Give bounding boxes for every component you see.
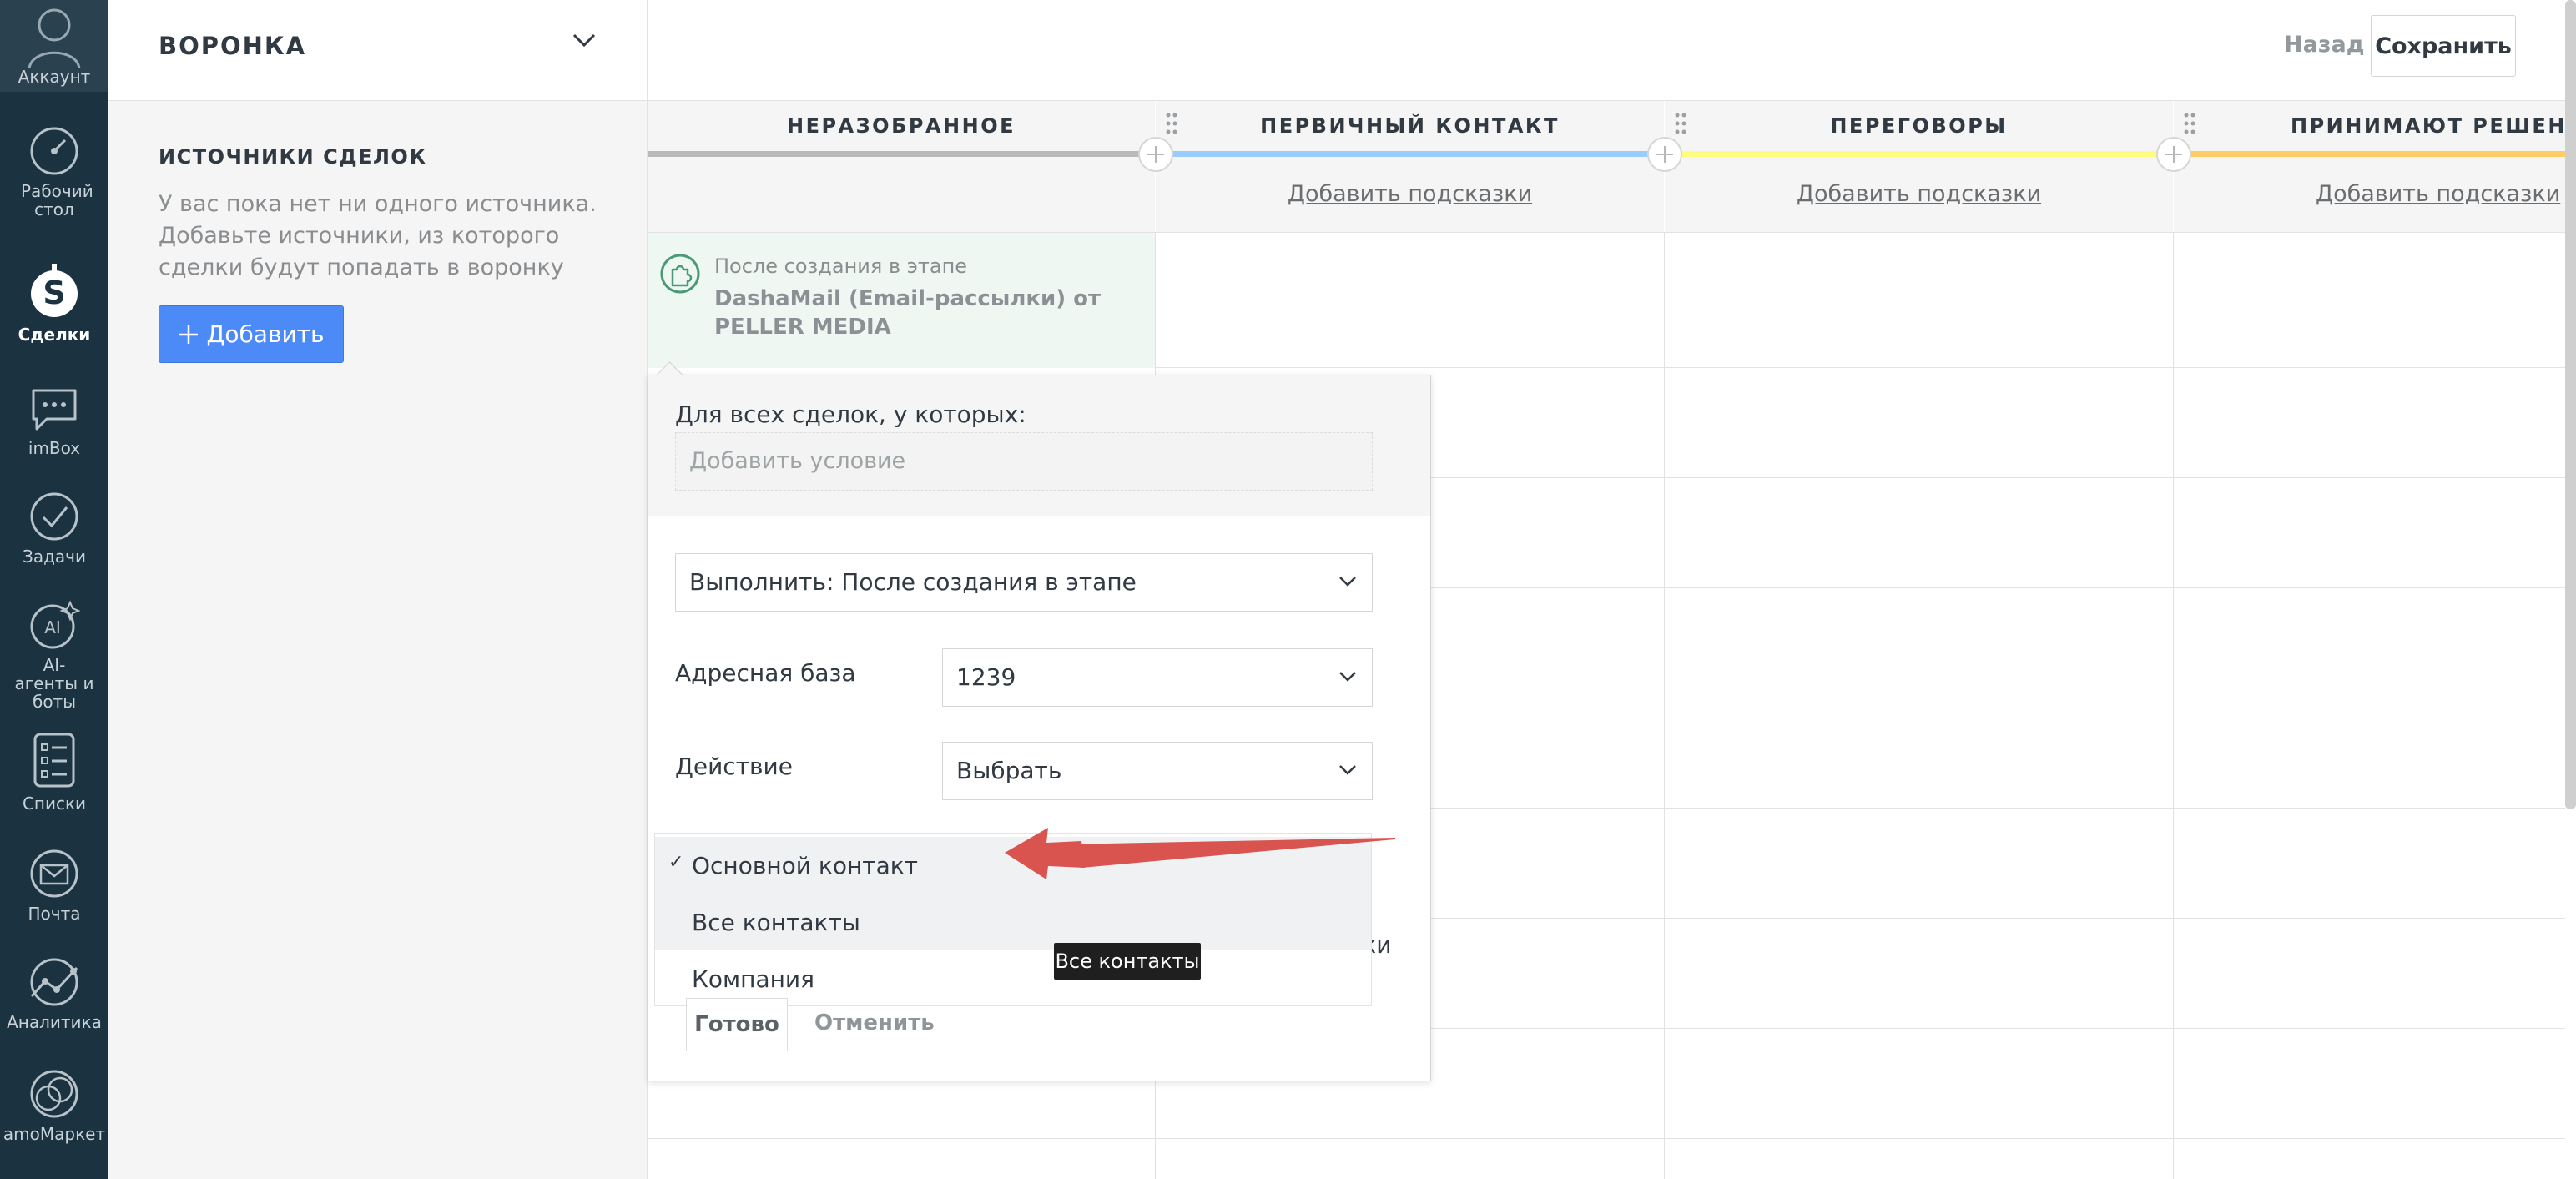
column-color-bar bbox=[1665, 151, 2173, 157]
speedometer-icon bbox=[30, 127, 78, 175]
nav-label: Аккаунт bbox=[18, 67, 91, 87]
annotation-arrow-icon bbox=[1005, 828, 1395, 879]
svg-text:S: S bbox=[43, 275, 65, 311]
plus-icon bbox=[179, 325, 198, 344]
chevron-down-icon bbox=[1339, 577, 1356, 587]
add-stage-plus-icon[interactable] bbox=[2156, 137, 2191, 172]
deal-sources-empty-text: У вас пока нет ни одного источника. Доба… bbox=[159, 191, 597, 280]
account-nav-item[interactable]: Аккаунт bbox=[0, 0, 108, 92]
column-name: ПРИНИМАЮТ РЕШЕНИЕ bbox=[2291, 114, 2565, 138]
option-label: Компания bbox=[692, 965, 814, 993]
nav-item-market[interactable]: amoМаркет bbox=[0, 1068, 108, 1143]
execute-select-value: Выполнить: После создания в этапе bbox=[689, 568, 1137, 596]
option-label: Все контакты bbox=[692, 909, 860, 936]
add-stage-plus-icon[interactable] bbox=[1647, 137, 1682, 172]
action-label: Действие bbox=[675, 753, 793, 780]
ai-bot-icon: AI bbox=[30, 600, 80, 649]
chevron-down-icon bbox=[1339, 765, 1356, 775]
condition-title: Для всех сделок, у которых: bbox=[675, 401, 1026, 428]
nav-label: Задачи bbox=[23, 547, 86, 567]
nav-item-deals[interactable]: S Сделки bbox=[0, 262, 108, 344]
execute-select[interactable]: Выполнить: После создания в этапе bbox=[675, 553, 1373, 612]
add-condition-field[interactable]: Добавить условие bbox=[675, 432, 1373, 491]
source-integration-card[interactable]: После создания в этапе DashaMail (Email-… bbox=[648, 233, 1155, 368]
add-source-button[interactable]: Добавить bbox=[159, 305, 344, 363]
address-base-label: Адресная база bbox=[675, 659, 856, 687]
row-divider bbox=[648, 1138, 2565, 1139]
cancel-button[interactable]: Отменить bbox=[814, 1010, 935, 1035]
option-label: Основной контакт bbox=[692, 852, 918, 879]
column-header-unsorted[interactable]: НЕРАЗОБРАННОЕ bbox=[648, 101, 1155, 233]
pipeline-settings-panel: ВОРОНКА ИСТОЧНИКИ СДЕЛОК У вас пока нет … bbox=[108, 0, 648, 1179]
add-stage-plus-icon[interactable] bbox=[1138, 137, 1173, 172]
column-divider bbox=[2173, 232, 2174, 1179]
puzzle-icon bbox=[660, 254, 700, 294]
nav-item-ai[interactable]: AI AI-агенты и боты bbox=[0, 599, 108, 711]
add-source-label: Добавить bbox=[206, 320, 325, 348]
column-color-bar bbox=[648, 151, 1155, 157]
nav-label: amoМаркет bbox=[3, 1124, 106, 1144]
nav-label: imBox bbox=[28, 438, 81, 458]
chat-icon bbox=[32, 389, 77, 431]
dropdown-option-all-contacts[interactable]: Все контакты bbox=[655, 894, 1371, 950]
drag-handle-icon[interactable] bbox=[2184, 113, 2195, 134]
check-icon: ✓ bbox=[668, 852, 684, 873]
column-color-bar bbox=[1156, 151, 1664, 157]
envelope-icon bbox=[30, 849, 78, 898]
chevron-down-icon[interactable] bbox=[572, 32, 597, 48]
nav-label: Сделки bbox=[18, 325, 91, 345]
left-navigation: Аккаунт Рабочий стол S Сделки imBox Зада… bbox=[0, 0, 108, 1179]
column-divider bbox=[1664, 232, 1665, 1179]
back-button[interactable]: Назад bbox=[2284, 32, 2365, 58]
column-color-bar bbox=[2174, 151, 2565, 157]
nav-label: Почта bbox=[28, 904, 81, 924]
svg-text:AI: AI bbox=[44, 617, 61, 637]
nav-label: Рабочий стол bbox=[21, 181, 93, 219]
nav-item-tasks[interactable]: Задачи bbox=[0, 491, 108, 566]
column-name: НЕРАЗОБРАННОЕ bbox=[786, 114, 1016, 138]
list-icon bbox=[33, 733, 75, 788]
pipeline-title: ВОРОНКА bbox=[159, 32, 307, 60]
nav-item-dashboard[interactable]: Рабочий стол bbox=[0, 125, 108, 219]
column-name: ПЕРЕГОВОРЫ bbox=[1830, 114, 2008, 138]
nav-item-lists[interactable]: Списки bbox=[0, 731, 108, 813]
nav-label: Аналитика bbox=[7, 1012, 102, 1032]
save-button[interactable]: Сохранить bbox=[2371, 15, 2516, 77]
nav-item-analytics[interactable]: Аналитика bbox=[0, 956, 108, 1031]
done-button[interactable]: Готово bbox=[686, 998, 788, 1051]
avatar-icon bbox=[28, 8, 81, 68]
checkmark-icon bbox=[30, 492, 78, 541]
nav-label: AI-агенты и боты bbox=[14, 655, 94, 712]
option-tooltip: Все контакты bbox=[1054, 943, 1201, 980]
address-base-select[interactable]: 1239 bbox=[942, 648, 1373, 707]
nav-item-mail[interactable]: Почта bbox=[0, 848, 108, 923]
dollar-icon: S bbox=[31, 264, 78, 317]
source-card-trigger: После создания в этапе bbox=[714, 254, 968, 278]
action-select-value: Выбрать bbox=[956, 757, 1062, 784]
pipeline-header: ВОРОНКА bbox=[108, 0, 647, 101]
nav-item-imbox[interactable]: imBox bbox=[0, 382, 108, 457]
market-icon bbox=[30, 1070, 78, 1118]
add-hints-link[interactable]: Добавить подсказки bbox=[2316, 181, 2560, 207]
nav-label: Списки bbox=[22, 794, 87, 814]
add-hints-link[interactable]: Добавить подсказки bbox=[1156, 181, 1664, 207]
deal-sources-title: ИСТОЧНИКИ СДЕЛОК bbox=[159, 145, 427, 169]
address-base-value: 1239 bbox=[956, 663, 1016, 691]
column-name: ПЕРВИЧНЫЙ КОНТАКТ bbox=[1260, 114, 1560, 138]
condition-section: Для всех сделок, у которых: Добавить усл… bbox=[648, 375, 1430, 516]
column-header-decision[interactable]: ПРИНИМАЮТ РЕШЕНИЕ Добавить подсказки bbox=[2174, 101, 2565, 233]
source-card-name: DashaMail (Email-рассылки) от PELLER MED… bbox=[714, 286, 1101, 340]
add-hints-link[interactable]: Добавить подсказки bbox=[1665, 181, 2173, 207]
column-header-negotiation[interactable]: ПЕРЕГОВОРЫ Добавить подсказки bbox=[1665, 101, 2173, 233]
column-header-first-contact[interactable]: ПЕРВИЧНЫЙ КОНТАКТ Добавить подсказки bbox=[1156, 101, 1664, 233]
chevron-down-icon bbox=[1339, 672, 1356, 682]
chart-line-icon bbox=[30, 958, 78, 1006]
action-select[interactable]: Выбрать bbox=[942, 742, 1373, 800]
vertical-scrollbar[interactable] bbox=[2565, 0, 2576, 809]
